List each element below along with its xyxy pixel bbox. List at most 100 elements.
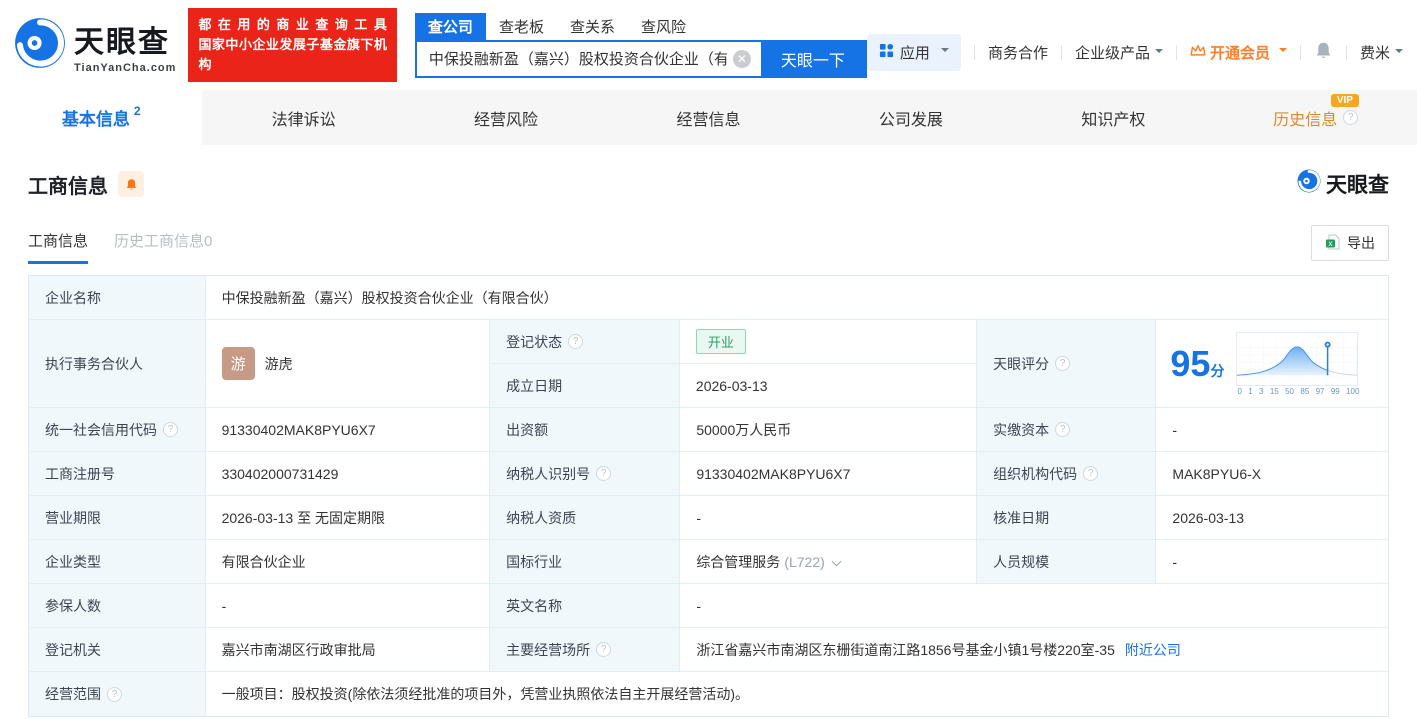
search-tab-relation[interactable]: 查关系 bbox=[557, 13, 628, 40]
tick-label: 50 bbox=[1285, 386, 1294, 396]
establish-date-value: 2026-03-13 bbox=[679, 364, 977, 407]
search-input[interactable] bbox=[416, 41, 761, 76]
username: 费米 bbox=[1359, 44, 1390, 62]
credit-code-value: 91330402MAK8PYU6X7 bbox=[205, 408, 491, 452]
tab-label: 基本信息 bbox=[61, 110, 130, 129]
tianyancha-logo-icon bbox=[14, 17, 66, 74]
registration-number-value: 330402000731429 bbox=[205, 452, 491, 496]
promo-line1: 都在用的商业查询工具 bbox=[198, 17, 387, 32]
tick-label: 15 bbox=[1269, 386, 1279, 396]
company-name-value: 中保投融新盈（嘉兴）股权投资合伙企业（有限合伙） bbox=[205, 276, 1388, 320]
tick-label: 3 bbox=[1259, 386, 1264, 396]
section-title: 工商信息 bbox=[28, 175, 108, 198]
table-row: 企业类型 有限合伙企业 国标行业 综合管理服务 (L722) 人员规模 - bbox=[29, 540, 1388, 584]
taxpayer-qualification-value: - bbox=[680, 496, 978, 540]
tab-company-development[interactable]: 公司发展 bbox=[810, 90, 1012, 145]
field-label: 登记机关 bbox=[29, 628, 206, 672]
nav-enterprise-products[interactable]: 企业级产品 bbox=[1075, 42, 1163, 63]
question-icon[interactable] bbox=[1055, 356, 1071, 371]
tab-operating-risk[interactable]: 经营风险 bbox=[405, 90, 607, 145]
tick-label: 99 bbox=[1330, 386, 1340, 396]
subtab-business-info[interactable]: 工商信息 bbox=[28, 230, 89, 264]
table-row: 统一社会信用代码 91330402MAK8PYU6X7 出资额 50000万人民… bbox=[29, 408, 1388, 452]
capital-value: 50000万人民币 bbox=[680, 408, 978, 452]
apps-button[interactable]: 应用 bbox=[866, 33, 961, 71]
chevron-down-icon[interactable] bbox=[831, 556, 842, 567]
field-label: 纳税人识别号 bbox=[490, 452, 681, 496]
search-tab-company[interactable]: 查公司 bbox=[414, 12, 486, 40]
nav-business-coop[interactable]: 商务合作 bbox=[988, 42, 1048, 63]
table-row: 企业名称 中保投融新盈（嘉兴）股权投资合伙企业（有限合伙） bbox=[29, 276, 1388, 320]
insured-count-value: - bbox=[205, 584, 491, 628]
apps-grid-icon bbox=[879, 43, 894, 62]
question-icon[interactable] bbox=[596, 466, 612, 481]
label-text: 组织机构代码 bbox=[993, 465, 1078, 482]
address-value: 浙江省嘉兴市南湖区东栅街道南江路1856号基金小镇1号楼220室-35 bbox=[696, 641, 1115, 658]
clear-search-icon[interactable] bbox=[732, 49, 751, 68]
tick-label: 97 bbox=[1315, 386, 1325, 396]
label-text: 主要经营场所 bbox=[506, 641, 591, 658]
question-icon[interactable] bbox=[107, 686, 122, 702]
tab-legal-proceedings[interactable]: 法律诉讼 bbox=[202, 90, 404, 145]
open-vip-button[interactable]: 开通会员 bbox=[1190, 42, 1287, 63]
search-tab-risk[interactable]: 查风险 bbox=[628, 13, 699, 40]
tab-history-info[interactable]: VIP 历史信息 bbox=[1215, 90, 1417, 145]
subscribe-bell-icon[interactable] bbox=[118, 171, 144, 197]
question-icon[interactable] bbox=[1055, 422, 1071, 437]
field-label: 组织机构代码 bbox=[977, 452, 1157, 496]
search-button[interactable]: 天眼一下 bbox=[760, 41, 865, 76]
excel-icon: x bbox=[1325, 234, 1341, 253]
field-label: 实缴资本 bbox=[977, 408, 1157, 452]
nearby-companies-link[interactable]: 附近公司 bbox=[1125, 640, 1181, 660]
score-distribution-chart: 0 1 3 15 50 85 97 99 100 bbox=[1236, 331, 1360, 396]
partner-name-link[interactable]: 游虎 bbox=[265, 354, 293, 374]
tick-label: 1 bbox=[1248, 386, 1253, 396]
table-row: 营业期限 2026-03-13 至 无固定期限 纳税人资质 - 核准日期 202… bbox=[29, 496, 1388, 540]
tab-operating-info[interactable]: 经营信息 bbox=[607, 90, 809, 145]
question-icon[interactable] bbox=[1343, 110, 1359, 125]
score-value: 95 bbox=[1170, 342, 1211, 384]
business-scope-value: 一般项目：股权投资(除依法须经批准的项目外，凭营业执照依法自主开展经营活动)。 bbox=[205, 672, 1388, 716]
question-icon[interactable] bbox=[1083, 466, 1099, 481]
subtab-history-business-info[interactable]: 历史工商信息0 bbox=[114, 230, 212, 264]
tab-intellectual-property[interactable]: 知识产权 bbox=[1012, 90, 1214, 145]
label-text: 纳税人识别号 bbox=[506, 465, 591, 482]
brand-logo[interactable]: 天眼查 TianYanCha.com bbox=[14, 17, 176, 74]
subtabs: 工商信息 历史工商信息0 x 导出 bbox=[28, 225, 1389, 269]
table-row: 执行事务合伙人 游 游虎 登记状态 开业 成立日期 bbox=[29, 320, 1388, 408]
export-button[interactable]: x 导出 bbox=[1311, 225, 1389, 261]
vip-label: 开通会员 bbox=[1209, 44, 1270, 62]
label-text: 经营范围 bbox=[45, 686, 101, 702]
notification-bell-icon[interactable] bbox=[1314, 41, 1333, 64]
brand-title: 天眼查 bbox=[74, 25, 170, 59]
brand-subtitle: TianYanCha.com bbox=[74, 61, 177, 74]
crown-icon bbox=[1190, 44, 1206, 61]
export-label: 导出 bbox=[1347, 235, 1375, 251]
field-label: 英文名称 bbox=[490, 584, 681, 628]
tianyancha-logo-icon bbox=[1297, 169, 1321, 199]
search-tab-boss[interactable]: 查老板 bbox=[486, 13, 557, 40]
tab-label: 经营风险 bbox=[474, 111, 539, 129]
question-icon[interactable] bbox=[596, 642, 612, 657]
vip-badge: VIP bbox=[1330, 94, 1359, 108]
company-tab-bar: 基本信息 2 法律诉讼 经营风险 经营信息 公司发展 知识产权 VIP 历史信息 bbox=[0, 90, 1417, 145]
question-icon[interactable] bbox=[163, 422, 178, 437]
content: 工商信息 天眼查 工商信息 历史工商信息0 x 导出 企业名称 中保投融新盈（嘉… bbox=[0, 169, 1417, 717]
field-label: 出资额 bbox=[490, 408, 681, 452]
tab-label: 法律诉讼 bbox=[271, 111, 336, 129]
section-header: 工商信息 天眼查 bbox=[28, 169, 1389, 199]
executive-partner-cell: 游 游虎 bbox=[205, 320, 491, 408]
avatar[interactable]: 游 bbox=[221, 347, 255, 380]
question-icon[interactable] bbox=[568, 334, 584, 349]
field-label: 企业类型 bbox=[29, 540, 206, 584]
enterprise-label: 企业级产品 bbox=[1074, 44, 1150, 62]
user-menu[interactable]: 费米 bbox=[1360, 42, 1403, 63]
tab-basic-info[interactable]: 基本信息 2 bbox=[0, 90, 203, 145]
english-name-value: - bbox=[680, 584, 1388, 628]
watermark-brand: 天眼查 bbox=[1297, 169, 1389, 199]
taxpayer-id-value: 91330402MAK8PYU6X7 bbox=[680, 452, 978, 496]
chevron-down-icon bbox=[940, 48, 949, 56]
search-tabs: 查公司 查老板 查关系 查风险 bbox=[414, 12, 867, 40]
status-date-block: 登记状态 开业 成立日期 2026-03-13 bbox=[490, 320, 978, 408]
watermark-text: 天眼查 bbox=[1326, 174, 1389, 197]
